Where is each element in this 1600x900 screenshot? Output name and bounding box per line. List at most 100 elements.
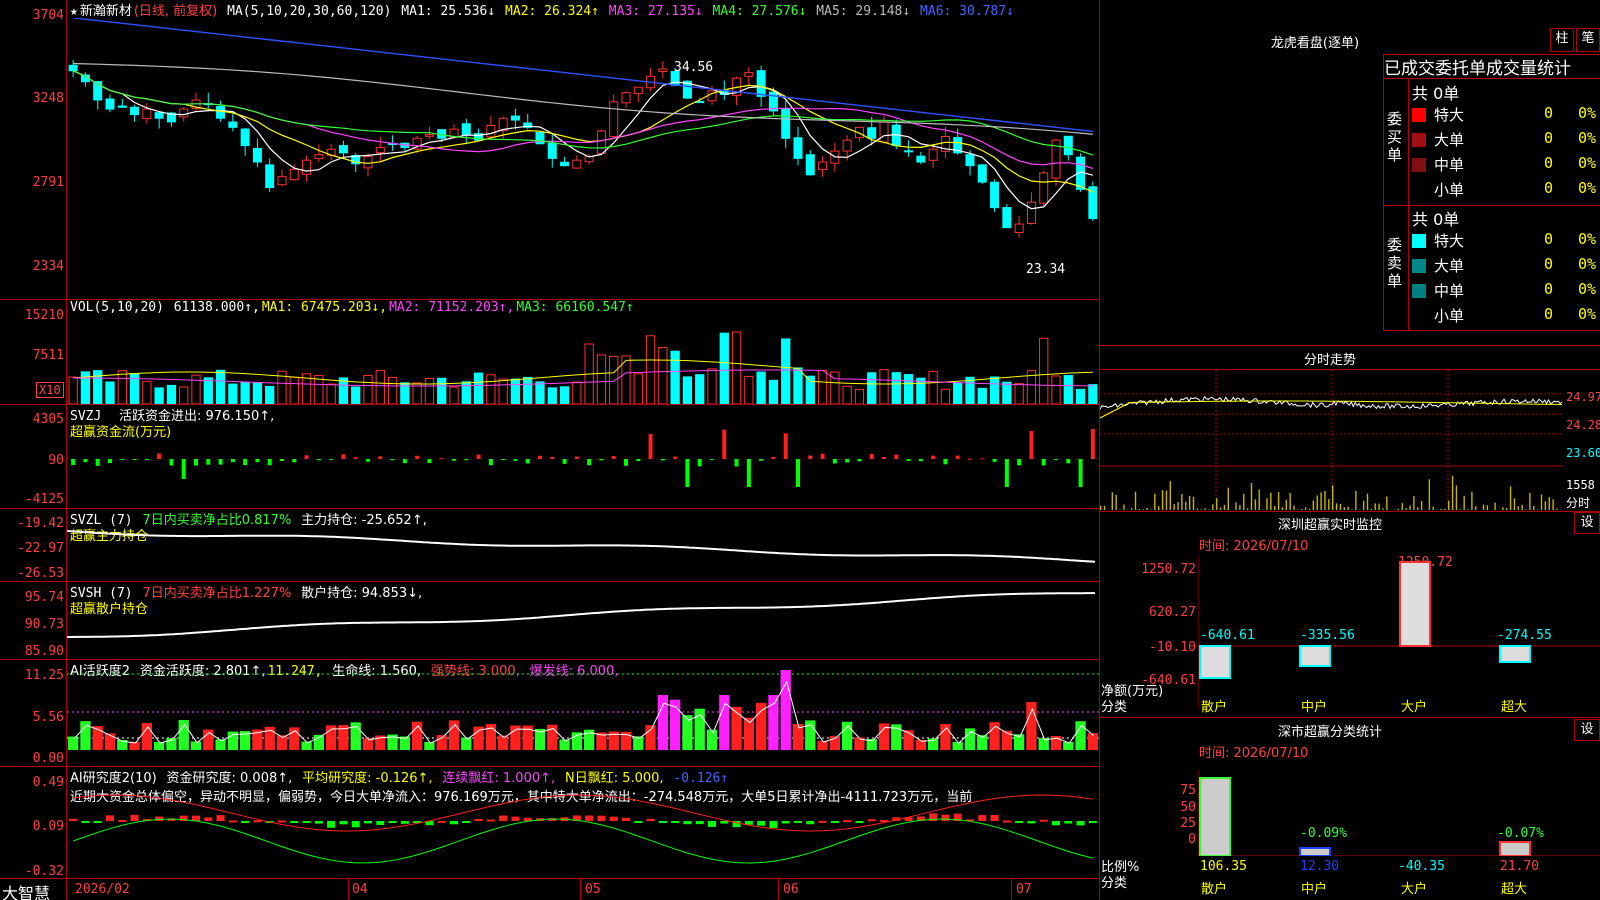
fund-flow-bar	[194, 459, 198, 466]
fund-flow-bar	[1078, 459, 1083, 487]
activity-bar	[706, 729, 718, 750]
intraday-vol-bar	[1533, 505, 1535, 510]
research-bar	[278, 820, 286, 823]
fund-flow-bar	[574, 456, 579, 459]
intraday-vol-bar	[1455, 485, 1458, 510]
activity-bar	[154, 741, 165, 750]
fund-flow-bar	[144, 459, 149, 460]
intraday-vol-bar	[1451, 475, 1454, 510]
volume-bar	[117, 370, 127, 404]
intraday-vol-bar	[1274, 505, 1276, 510]
vol-unit-label[interactable]: X10	[36, 382, 64, 398]
research-bar	[204, 817, 213, 821]
price-tick: 2791	[32, 175, 64, 190]
research-bar	[806, 821, 815, 825]
fund-flow-bar	[366, 459, 370, 462]
svsh-tick: 85.90	[24, 644, 64, 659]
activity-bar	[461, 737, 472, 750]
candle-body	[117, 105, 127, 108]
ma5-line	[72, 70, 1094, 210]
monitor-settings-button[interactable]: 设	[1574, 512, 1600, 534]
price-tick: 3704	[32, 8, 64, 23]
intraday-vol-bar	[1506, 508, 1508, 510]
candle-body	[818, 161, 828, 171]
svsh-tick: 95.74	[24, 590, 64, 605]
monitor-time: 时间: 2026/07/10	[1199, 539, 1309, 554]
fund-flow-bar	[931, 455, 936, 459]
fund-flow-bar	[230, 459, 235, 463]
activity-bar	[780, 670, 791, 750]
fund-flow-bar	[304, 455, 309, 459]
buy-count: 0	[1544, 129, 1554, 147]
volume-bar	[498, 378, 508, 404]
classify-tick: 25	[1180, 816, 1196, 831]
fund-flow-bar	[599, 459, 604, 461]
date-tick: 06	[783, 882, 799, 897]
candlestick-chart[interactable]	[67, 18, 1099, 298]
activity-bar	[559, 739, 570, 750]
activity-bar	[301, 741, 312, 750]
fund-flow-bar	[673, 456, 678, 459]
volume-bar	[756, 371, 766, 404]
date-tick: 05	[585, 882, 601, 897]
fund-flow-bar	[980, 458, 985, 460]
fund-flow-bar	[918, 459, 923, 462]
candle-body	[1026, 201, 1036, 224]
research-bar	[376, 821, 385, 825]
activity-bar	[940, 724, 951, 750]
intraday-tick: 24.28	[1566, 418, 1600, 432]
ratio-value: 21.70	[1500, 859, 1540, 874]
volume-bar	[547, 387, 557, 404]
intraday-vol-bar	[1165, 490, 1168, 510]
fund-flow-bar	[181, 459, 186, 479]
intraday-vol-bar	[1420, 501, 1423, 510]
volume-bar	[265, 385, 275, 404]
fund-flow-bar	[992, 459, 997, 462]
fund-flow-bar	[390, 459, 395, 461]
candle-body	[68, 64, 78, 72]
intraday-vol-bar	[1246, 508, 1249, 510]
buy-side-label: 委买单	[1387, 110, 1403, 164]
intraday-vol-bar	[1100, 505, 1102, 510]
tick-mode-button[interactable]: 笔	[1576, 28, 1600, 52]
fund-flow-bar	[157, 453, 162, 459]
activity-bar	[80, 721, 91, 750]
candle-body	[338, 145, 348, 154]
intraday-vol-bar	[1351, 509, 1353, 510]
intraday-chart[interactable]	[1100, 370, 1564, 510]
fund-flow-bar	[95, 459, 100, 466]
ma120-line	[73, 18, 1093, 133]
classify-settings-button[interactable]: 设	[1574, 719, 1600, 741]
intraday-vol-bar	[1529, 492, 1531, 510]
brand-label[interactable]: 大智慧	[2, 880, 50, 900]
intraday-vol-bar	[1332, 485, 1334, 510]
volume-bar	[817, 369, 828, 404]
volume-bar	[781, 338, 791, 404]
research-bar	[585, 815, 594, 821]
fund-flow-bar	[427, 459, 432, 464]
sell-name: 中单	[1434, 282, 1465, 300]
fund-flow-bar	[845, 459, 850, 463]
candle-body	[302, 159, 312, 175]
intraday-vol-bar	[1432, 506, 1434, 510]
intraday-vol-bar	[1316, 495, 1318, 510]
star-icon[interactable]: ★	[70, 4, 78, 19]
intraday-vol-bar	[1544, 501, 1547, 510]
activity-bar	[178, 720, 189, 750]
fund-flow-bar	[746, 459, 751, 487]
volume-chart	[68, 331, 1098, 404]
volume-bar	[953, 382, 963, 404]
intraday-vol-bar	[1204, 508, 1206, 510]
activity-bar	[1001, 730, 1012, 750]
volume-bar	[928, 370, 938, 404]
svzj-tick: 90	[48, 453, 64, 468]
volume-bar	[854, 389, 865, 404]
ma-value-3: MA3: 27.135↓	[600, 4, 703, 19]
buy-percent: 0%	[1578, 179, 1597, 197]
bar-mode-button[interactable]: 柱	[1550, 28, 1574, 52]
intraday-vol-bar	[1401, 503, 1403, 510]
candle-body	[658, 68, 668, 73]
fund-flow-bar	[1090, 429, 1095, 459]
period-label[interactable]: (日线, 前复权)	[134, 4, 217, 19]
fund-flow-bar	[783, 433, 788, 459]
